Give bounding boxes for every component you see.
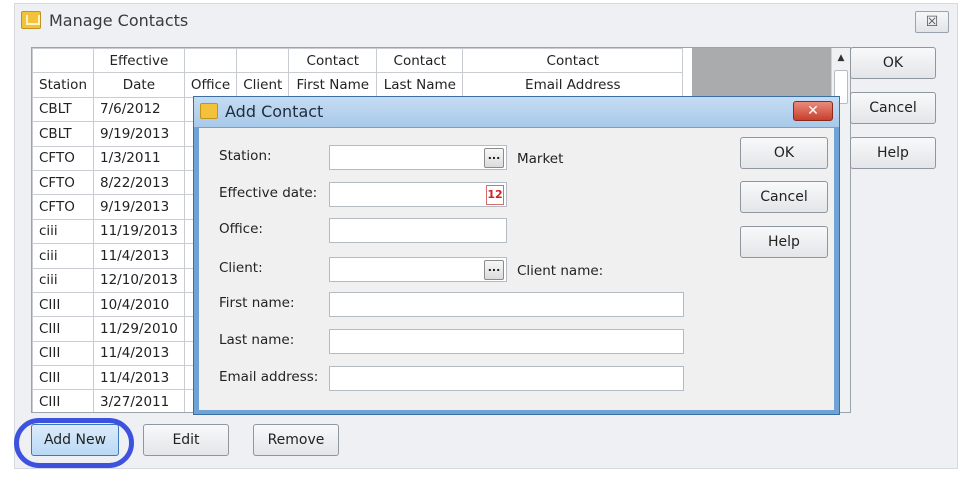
office-label: Office:	[219, 221, 263, 237]
table-cell: CIII	[32, 291, 94, 318]
dialog-cancel-button[interactable]: Cancel	[740, 181, 828, 213]
table-cell: ciii	[32, 218, 94, 245]
dialog-help-button[interactable]: Help	[740, 226, 828, 258]
table-cell: 12/10/2013	[93, 267, 185, 293]
table-cell: CFTO	[32, 169, 94, 196]
table-cell: CIII	[32, 365, 94, 391]
dialog-body: Station: ... Market Effective date: 12 O…	[199, 128, 834, 410]
table-cell: CFTO	[32, 194, 94, 220]
client-browse-button[interactable]: ...	[484, 260, 504, 280]
table-cell: ciii	[32, 243, 94, 269]
table-cell: 11/4/2013	[93, 243, 185, 269]
window-title: Manage Contacts	[49, 11, 189, 30]
grid-empty-header-area	[692, 48, 833, 96]
dialog-close-button[interactable]: ✕	[793, 101, 833, 121]
header-row-top: Effective Contact Contact Contact	[32, 48, 684, 74]
table-cell: 3/27/2011	[93, 389, 185, 412]
client-input[interactable]	[329, 257, 507, 282]
table-cell: 10/4/2010	[93, 291, 185, 318]
table-cell: 7/6/2012	[93, 96, 185, 123]
header-cell	[183, 48, 238, 74]
table-cell: 9/19/2013	[93, 121, 185, 147]
table-cell: CBLT	[32, 121, 94, 147]
effective-date-input[interactable]	[329, 182, 507, 207]
last-name-input[interactable]	[329, 329, 684, 354]
dialog-title-bar: Add Contact ✕	[194, 97, 839, 127]
window-close-button[interactable]: ☒	[915, 11, 949, 33]
column-header-date[interactable]: Date	[93, 72, 185, 98]
station-label: Station:	[219, 148, 272, 164]
edit-button[interactable]: Edit	[143, 424, 229, 456]
header-row-bottom: Station Date Office Client First Name La…	[32, 72, 684, 98]
table-cell: 11/19/2013	[93, 218, 185, 245]
calendar-icon[interactable]: 12	[486, 185, 504, 205]
header-cell	[32, 48, 94, 74]
email-label: Email address:	[219, 369, 319, 385]
header-cell	[236, 48, 290, 74]
first-name-input[interactable]	[329, 292, 684, 317]
column-header-client[interactable]: Client	[236, 72, 290, 98]
table-cell: 1/3/2011	[93, 145, 185, 171]
table-cell: 9/19/2013	[93, 194, 185, 220]
client-label: Client:	[219, 260, 263, 276]
dialog-ok-button[interactable]: OK	[740, 137, 828, 169]
table-cell: CIII	[32, 389, 94, 412]
header-cell: Contact	[462, 48, 684, 74]
scroll-up-arrow-icon[interactable]: ▲	[832, 48, 850, 68]
ok-button[interactable]: OK	[850, 47, 936, 79]
client-name-label: Client name:	[517, 263, 604, 279]
table-cell: ciii	[32, 267, 94, 293]
station-input[interactable]	[329, 145, 507, 170]
column-header-first-name[interactable]: First Name	[288, 72, 378, 98]
header-cell: Contact	[288, 48, 378, 74]
table-cell: CBLT	[32, 96, 94, 123]
table-cell: 11/4/2013	[93, 340, 185, 367]
effective-date-label: Effective date:	[219, 185, 318, 201]
highlight-ring	[14, 418, 134, 468]
help-button[interactable]: Help	[850, 137, 936, 169]
cancel-button[interactable]: Cancel	[850, 92, 936, 124]
add-contact-dialog: Add Contact ✕ Station: ... Market Effect…	[193, 96, 840, 415]
station-browse-button[interactable]: ...	[484, 148, 504, 168]
app-icon	[21, 11, 41, 29]
table-cell: CFTO	[32, 145, 94, 171]
last-name-label: Last name:	[219, 332, 295, 348]
column-header-office[interactable]: Office	[183, 72, 238, 98]
column-header-email[interactable]: Email Address	[462, 72, 684, 98]
table-cell: 11/29/2010	[93, 316, 185, 342]
header-cell: Contact	[376, 48, 464, 74]
market-label: Market	[517, 151, 564, 167]
table-cell: 11/4/2013	[93, 365, 185, 391]
dialog-app-icon	[200, 103, 218, 119]
office-input[interactable]	[329, 218, 507, 243]
column-header-last-name[interactable]: Last Name	[376, 72, 464, 98]
email-input[interactable]	[329, 366, 684, 391]
first-name-label: First name:	[219, 295, 295, 311]
table-cell: CIII	[32, 316, 94, 342]
column-header-station[interactable]: Station	[32, 72, 94, 98]
table-cell: CIII	[32, 340, 94, 367]
table-cell: 8/22/2013	[93, 169, 185, 196]
title-bar: Manage Contacts ☒	[15, 4, 957, 38]
remove-button[interactable]: Remove	[253, 424, 339, 456]
header-cell: Effective	[93, 48, 185, 74]
dialog-title: Add Contact	[225, 102, 324, 121]
